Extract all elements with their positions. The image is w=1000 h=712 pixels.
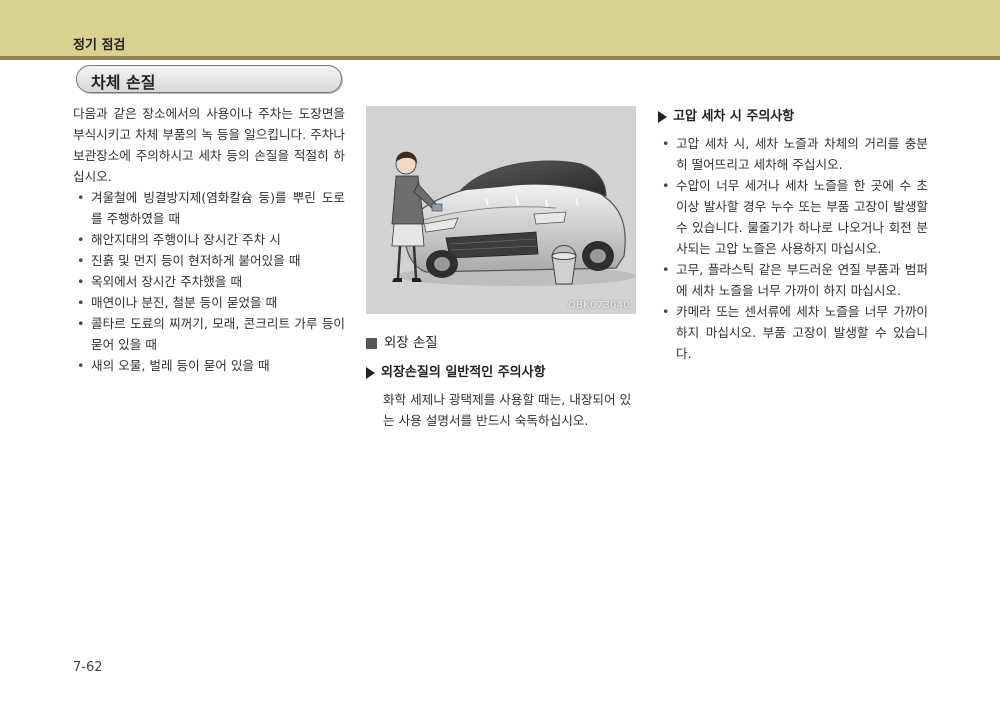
list-item: 카메라 또는 센서류에 세차 노즐을 너무 가까이 하지 마십시오. 부품 고장…: [658, 301, 928, 364]
triangle-bullet-icon: [366, 366, 375, 379]
list-item: 겨울철에 빙결방지제(염화칼슘 등)를 뿌린 도로를 주행하였을 때: [73, 187, 345, 229]
car-washing-drawing: [391, 151, 636, 286]
list-item: 새의 오물, 벌레 등이 묻어 있을 때: [73, 355, 345, 376]
triangle-bullet-icon: [658, 110, 667, 123]
general-precautions-heading: 외장손질의 일반적인 주의사항: [366, 362, 636, 383]
left-column: 다음과 같은 장소에서의 사용이나 주차는 도장면을 부식시키고 차체 부품의 …: [73, 103, 345, 376]
header-bar: [0, 0, 1000, 56]
chapter-title: 정기 점검: [73, 38, 126, 53]
exterior-care-heading-text: 외장 손질: [384, 336, 438, 351]
right-column: 고압 세차 시 주의사항 고압 세차 시, 세차 노즐과 차체의 거리를 충분히…: [658, 106, 928, 364]
location-list: 겨울철에 빙결방지제(염화칼슘 등)를 뿌린 도로를 주행하였을 때 해안지대의…: [73, 187, 345, 376]
page-number: 7-62: [73, 660, 103, 675]
list-item: 매연이나 분진, 철분 등이 묻었을 때: [73, 292, 345, 313]
high-pressure-heading: 고압 세차 시 주의사항: [658, 106, 928, 127]
list-item: 해안지대의 주행이나 장시간 주차 시: [73, 229, 345, 250]
list-item: 진흙 및 먼지 등이 현저하게 붙어있을 때: [73, 250, 345, 271]
exterior-care-heading: 외장 손질: [366, 333, 636, 354]
general-precautions-heading-text: 외장손질의 일반적인 주의사항: [381, 365, 546, 380]
list-item: 고무, 플라스틱 같은 부드러운 연질 부품과 범퍼에 세차 노즐을 너무 가까…: [658, 259, 928, 301]
intro-paragraph: 다음과 같은 장소에서의 사용이나 주차는 도장면을 부식시키고 차체 부품의 …: [73, 106, 345, 184]
list-item: 옥외에서 장시간 주차했을 때: [73, 271, 345, 292]
list-item: 수압이 너무 세거나 세차 노즐을 한 곳에 수 초 이상 발사할 경우 누수 …: [658, 175, 928, 259]
section-title-pill: 차체 손질: [76, 65, 342, 93]
list-item: 고압 세차 시, 세차 노즐과 차체의 거리를 충분히 떨어뜨리고 세차해 주십…: [658, 133, 928, 175]
section-title: 차체 손질: [91, 73, 156, 92]
middle-column: 외장 손질 외장손질의 일반적인 주의사항 화학 세제나 광택제를 사용할 때는…: [366, 333, 636, 431]
high-pressure-heading-text: 고압 세차 시 주의사항: [673, 109, 795, 124]
square-bullet-icon: [366, 338, 377, 349]
car-washing-illustration: OBK073040: [366, 106, 636, 314]
figure-code: OBK073040: [567, 300, 630, 311]
header-divider: [0, 56, 1000, 60]
list-item: 콜타르 도료의 찌꺼기, 모래, 콘크리트 가루 등이 묻어 있을 때: [73, 313, 345, 355]
chemical-cleaner-paragraph: 화학 세제나 광택제를 사용할 때는, 내장되어 있는 사용 설명서를 반드시 …: [383, 392, 632, 428]
high-pressure-list: 고압 세차 시, 세차 노즐과 차체의 거리를 충분히 떨어뜨리고 세차해 주십…: [658, 133, 928, 364]
